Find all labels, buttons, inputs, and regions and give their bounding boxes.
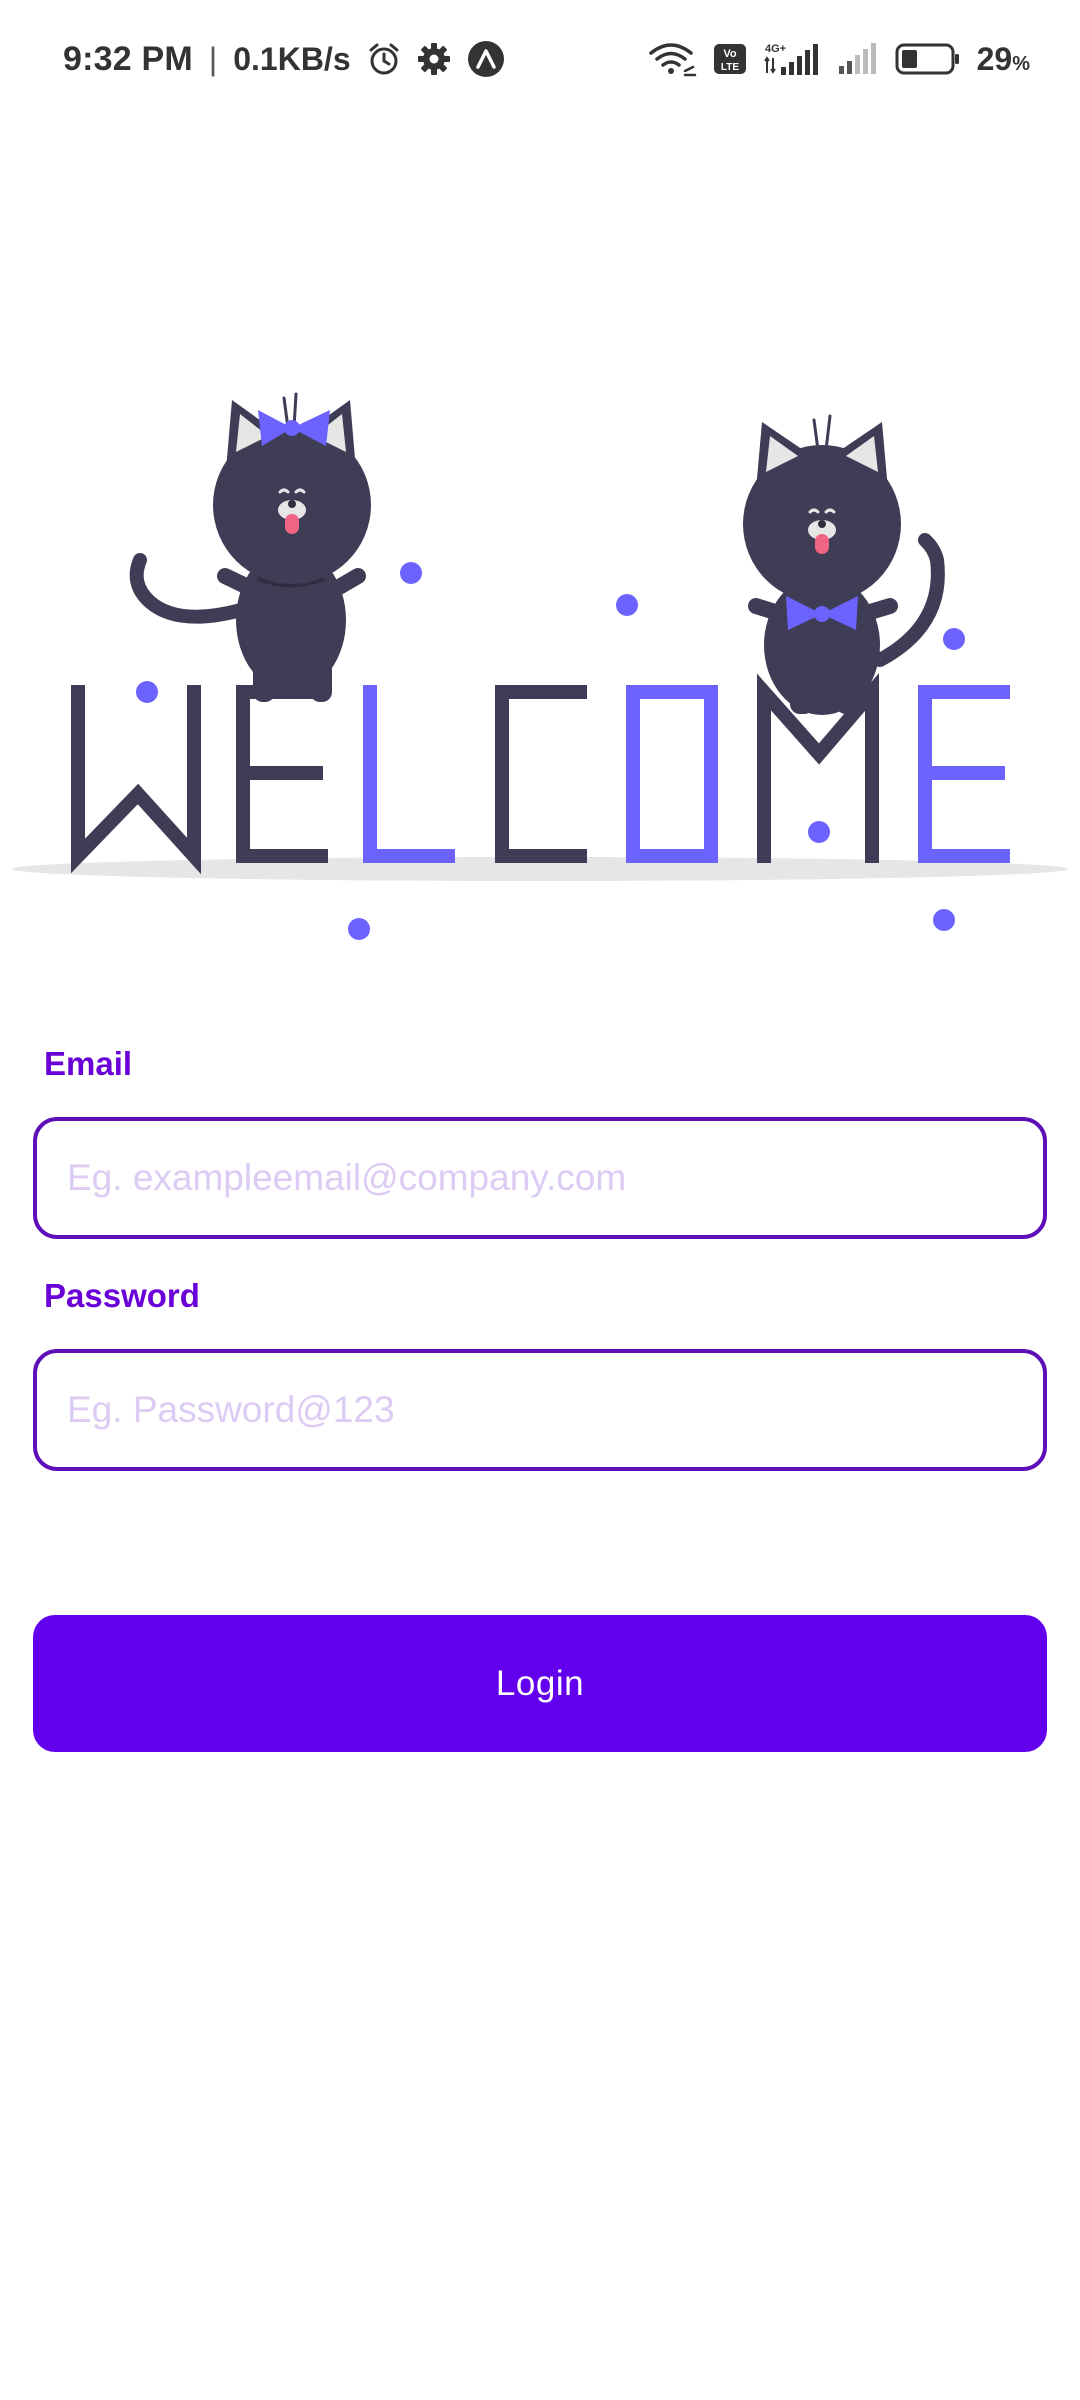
- wifi-icon: [648, 41, 697, 77]
- password-field-group: Password: [33, 1277, 1047, 1471]
- clock: 9:32 PM: [63, 39, 193, 78]
- status-bar-right: Vo LTE 4G+ 29%: [648, 41, 1030, 78]
- battery-icon: [895, 42, 961, 76]
- email-label: Email: [44, 1045, 133, 1082]
- letter-e-1: [236, 685, 328, 863]
- svg-text:Vo: Vo: [723, 48, 737, 60]
- gear-icon: [417, 42, 451, 76]
- status-bar: 9:32 PM | 0.1KB/s Vo LTE 4G+ 29%: [0, 0, 1080, 118]
- login-form: Email Password: [33, 1045, 1047, 1471]
- status-bar-left: 9:32 PM | 0.1KB/s: [63, 40, 505, 79]
- login-button[interactable]: Login: [33, 1615, 1047, 1752]
- alarm-icon: [367, 42, 401, 76]
- cat-left: [129, 392, 371, 702]
- password-field[interactable]: [33, 1349, 1047, 1471]
- welcome-illustration: [12, 392, 1068, 940]
- welcome-letters: [71, 673, 1010, 875]
- signal-icon: 4G+: [763, 41, 821, 77]
- letter-w: [71, 685, 201, 875]
- volte-icon: Vo LTE: [713, 43, 747, 75]
- cat-right: [743, 414, 945, 715]
- email-field[interactable]: [33, 1117, 1047, 1239]
- password-label: Password: [44, 1277, 200, 1314]
- svg-text:LTE: LTE: [721, 62, 739, 73]
- app-notification-icon: [467, 40, 505, 78]
- signal-weak-icon: [837, 42, 879, 76]
- svg-text:4G+: 4G+: [765, 43, 786, 55]
- letter-e-2: [918, 685, 1010, 863]
- battery-percentage: 29%: [977, 41, 1030, 78]
- status-separator: |: [208, 40, 218, 77]
- battery-percentage-unit: %: [1012, 52, 1030, 75]
- letter-c: [495, 685, 587, 863]
- email-field-group: Email: [33, 1045, 1047, 1239]
- letter-l-1: [363, 685, 455, 863]
- network-speed: 0.1KB/s: [233, 40, 351, 77]
- letter-o: [626, 685, 718, 863]
- battery-percentage-value: 29: [976, 40, 1013, 77]
